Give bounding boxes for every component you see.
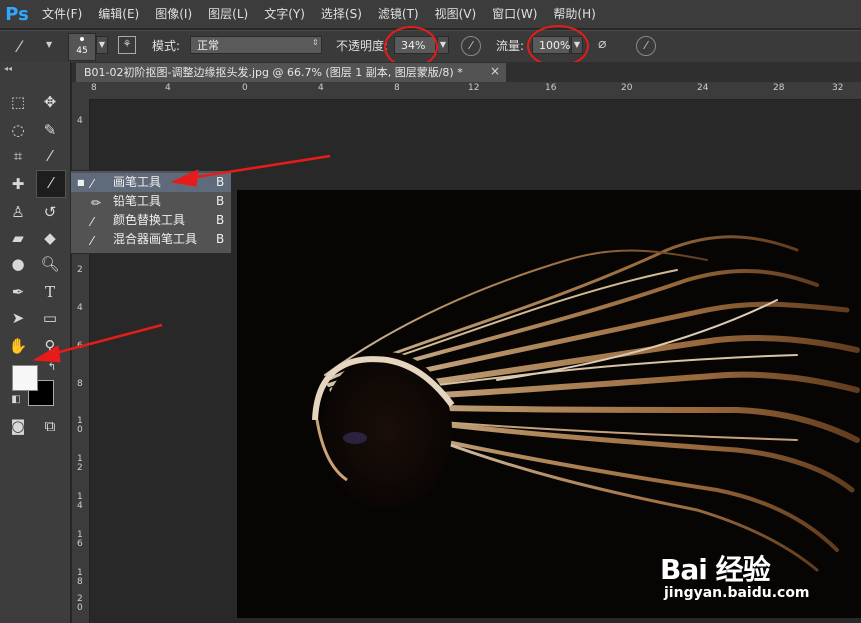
arrow-to-foreground-color: [47, 323, 163, 357]
arrow-head: [170, 169, 199, 187]
arrow-to-brush-tool: [189, 154, 331, 180]
annotation-overlay: [32, 154, 331, 363]
watermark-url: jingyan.baidu.com: [664, 585, 810, 601]
arrow-head: [32, 345, 61, 363]
baidu-jingyan-logo: Bai 经验: [660, 553, 771, 586]
